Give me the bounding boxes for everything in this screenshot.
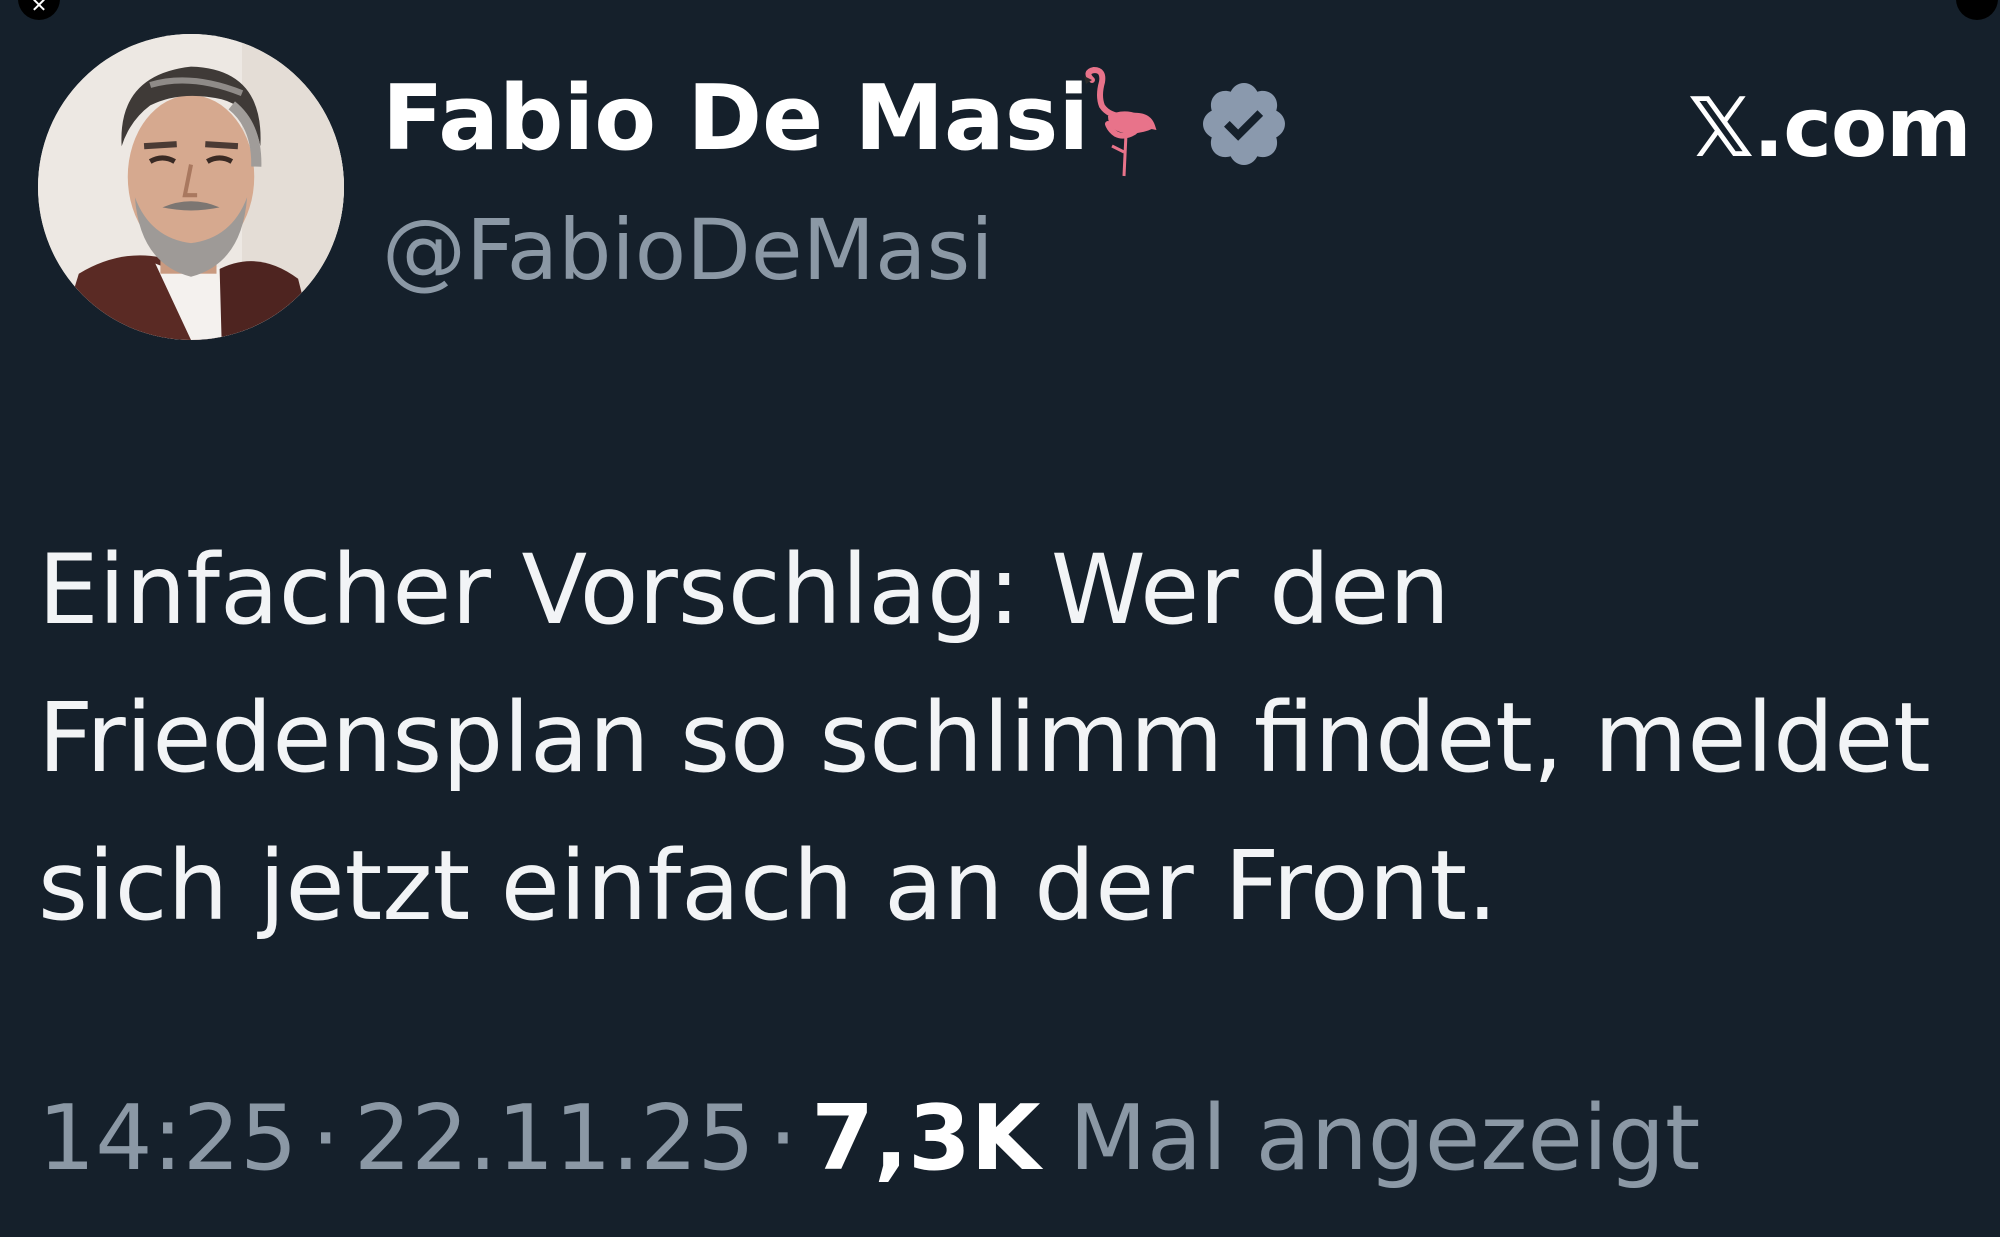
tweet-text: Einfacher Vorschlag: Wer den Friedenspla…	[38, 516, 1968, 960]
meta-separator: ·	[311, 1086, 340, 1191]
site-label: 𝕏.com	[1688, 81, 1972, 176]
tweet-text-line: sich jetzt einfach an der Front.	[38, 830, 1498, 942]
flamingo-icon	[1084, 66, 1157, 177]
tweet-time[interactable]: 14:25	[38, 1086, 297, 1191]
verified-badge-icon	[1203, 83, 1285, 165]
views-count: 7,3K	[811, 1086, 1041, 1191]
tweet-text-line: Friedensplan so schlimm findet, meldet	[38, 682, 1931, 794]
meta-separator: ·	[768, 1086, 798, 1191]
tweet-text-line: Einfacher Vorschlag: Wer den	[38, 534, 1451, 646]
avatar-portrait	[38, 34, 344, 340]
user-handle[interactable]: @FabioDeMasi	[382, 208, 994, 292]
avatar[interactable]	[38, 34, 344, 340]
tweet-meta: 14:25 · 22.11.25 · 7,3K Mal angezeigt	[38, 1094, 1700, 1184]
tweet-date[interactable]: 22.11.25	[354, 1086, 755, 1191]
tweet-screenshot: ✕ Fabio De Masi @FabioDeMasi 𝕏.com Einfa…	[0, 0, 2000, 1237]
display-name[interactable]: Fabio De Masi	[382, 74, 1089, 164]
corner-button[interactable]	[1956, 0, 1998, 20]
close-icon[interactable]: ✕	[18, 0, 60, 20]
views-label: Mal angezeigt	[1069, 1086, 1701, 1191]
